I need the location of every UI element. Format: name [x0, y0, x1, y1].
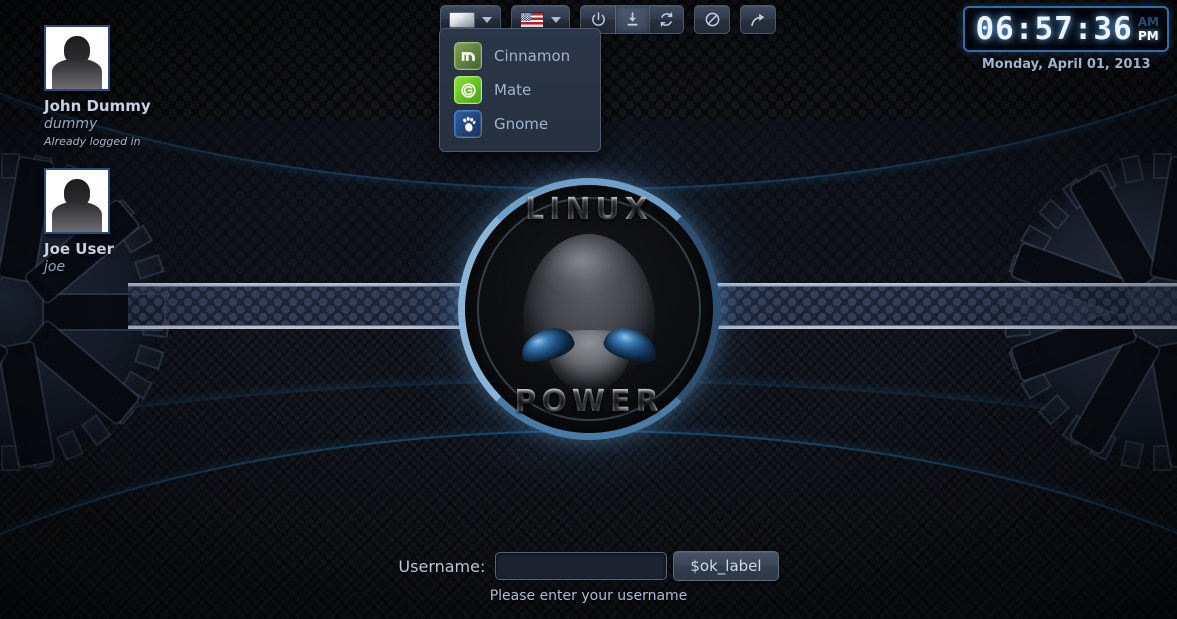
user-display-name: John Dummy — [44, 97, 151, 115]
user-entry-joe[interactable]: Joe User joe — [44, 168, 151, 275]
session-menu-item-label: Gnome — [494, 115, 549, 133]
gear-tooth — [1154, 155, 1170, 177]
gear-tooth — [1005, 288, 1029, 306]
window-swatch-icon — [449, 11, 475, 28]
power-icon — [591, 12, 605, 26]
clock-time: 06:57:36 — [975, 11, 1133, 47]
login-form: Username: $ok_label Please enter your us… — [0, 551, 1177, 604]
clock-am-label: AM — [1137, 15, 1159, 29]
switch-group — [740, 5, 776, 34]
quit-group — [694, 5, 730, 34]
session-menu-item-cinnamon[interactable]: Cinnamon — [440, 39, 600, 73]
session-menu-item-label: Cinnamon — [494, 47, 571, 65]
session-menu-item-label: Mate — [494, 81, 532, 99]
us-flag-icon — [520, 11, 544, 28]
gear-tooth — [2, 447, 18, 469]
restart-button[interactable] — [649, 6, 683, 33]
user-display-name: Joe User — [44, 240, 114, 258]
username-input[interactable] — [495, 552, 668, 580]
chevron-down-icon — [482, 16, 492, 23]
clock-frame: 06:57:36 AM PM — [963, 6, 1169, 52]
user-entry-dummy[interactable]: John Dummy dummy Already logged in — [44, 25, 151, 148]
clock-pm-label: PM — [1138, 29, 1159, 43]
no-entry-icon — [705, 12, 719, 27]
user-username: dummy — [44, 116, 98, 132]
suspend-button[interactable] — [615, 6, 649, 33]
clock-meridiem: AM PM — [1138, 12, 1159, 46]
gnome-foot-icon — [454, 110, 482, 138]
mate-icon — [454, 76, 482, 104]
refresh-icon — [660, 12, 673, 27]
download-bar-icon — [627, 12, 638, 26]
arrow-right-curve-icon — [751, 13, 765, 26]
gear-spoke — [44, 295, 164, 329]
avatar-body — [52, 59, 102, 89]
login-screen: LINUX POWER — [0, 0, 1177, 619]
clock-date: Monday, April 01, 2013 — [981, 57, 1151, 72]
linux-mint-icon — [454, 42, 482, 70]
gear-tooth — [2, 155, 18, 177]
session-menu-item-gnome[interactable]: Gnome — [440, 107, 600, 141]
ok-button[interactable]: $ok_label — [673, 551, 779, 581]
avatar-body — [52, 202, 102, 232]
gear-tooth — [1005, 318, 1029, 336]
user-status: Already logged in — [44, 135, 141, 148]
gear-tooth — [1154, 447, 1170, 469]
switch-button[interactable] — [741, 6, 775, 33]
login-form-row: Username: $ok_label — [0, 551, 1177, 581]
login-hint: Please enter your username — [489, 588, 688, 604]
avatar — [44, 168, 110, 234]
clock-widget: 06:57:36 AM PM Monday, April 01, 2013 — [963, 6, 1169, 72]
session-dropdown-menu: Cinnamon Mate Gnome — [439, 28, 601, 152]
username-label: Username: — [398, 556, 486, 576]
user-username: joe — [44, 259, 66, 275]
user-list: John Dummy dummy Already logged in Joe U… — [44, 25, 151, 295]
quit-button[interactable] — [695, 6, 729, 33]
avatar — [44, 25, 110, 91]
brand-logo: LINUX POWER — [403, 123, 775, 495]
session-menu-item-mate[interactable]: Mate — [440, 73, 600, 107]
chevron-down-icon — [551, 16, 561, 23]
flag-canton — [521, 12, 531, 21]
